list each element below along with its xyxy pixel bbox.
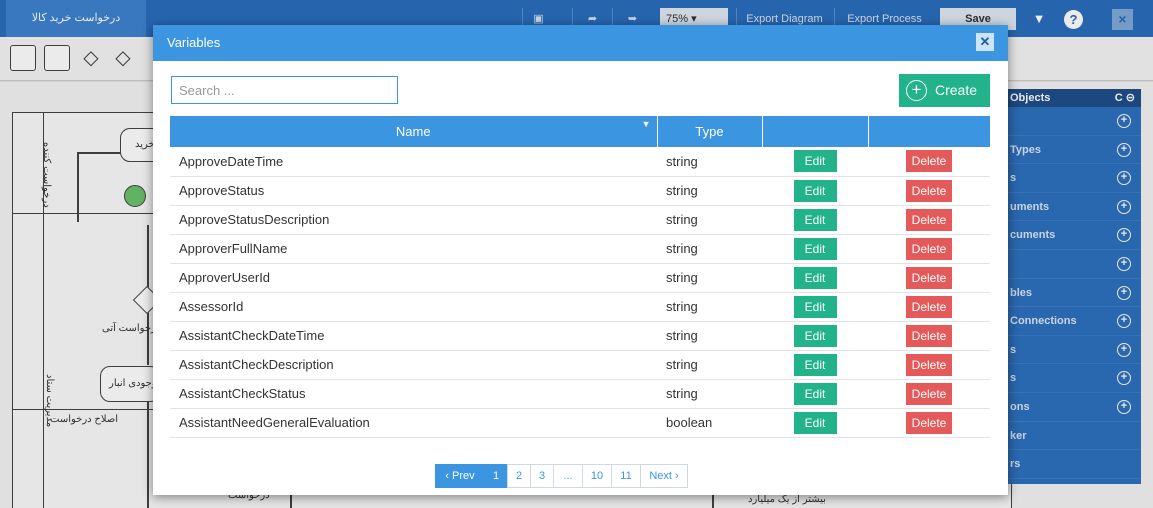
- table-row: ApproveStatus string Edit Delete: [170, 176, 990, 206]
- delete-button[interactable]: Delete: [906, 179, 952, 202]
- edit-cell: Edit: [762, 263, 868, 293]
- variable-name-cell: ApproveDateTime: [170, 147, 657, 177]
- variable-name-cell: AssistantCheckStatus: [170, 379, 657, 409]
- delete-button[interactable]: Delete: [906, 266, 952, 289]
- edit-cell: Edit: [762, 147, 868, 177]
- delete-cell: Delete: [868, 408, 990, 438]
- edit-cell: Edit: [762, 292, 868, 322]
- column-header-edit: [762, 116, 869, 147]
- variable-type-cell: string: [657, 205, 762, 235]
- dialog-header: Variables ✕: [153, 25, 1008, 61]
- edit-button[interactable]: Edit: [793, 150, 837, 173]
- table-row: ApproverUserId string Edit Delete: [170, 263, 990, 293]
- edit-button[interactable]: Edit: [793, 411, 837, 434]
- variable-type-cell: string: [657, 321, 762, 351]
- variable-name-cell: AssistantCheckDescription: [170, 350, 657, 380]
- delete-button[interactable]: Delete: [906, 208, 952, 231]
- edit-cell: Edit: [762, 350, 868, 380]
- edit-button[interactable]: Edit: [793, 179, 837, 202]
- variable-name-cell: AssistantCheckDateTime: [170, 321, 657, 351]
- table-row: ApproveDateTime string Edit Delete: [170, 147, 990, 177]
- delete-button[interactable]: Delete: [906, 411, 952, 434]
- edit-cell: Edit: [762, 408, 868, 438]
- page-button[interactable]: 2: [507, 464, 531, 488]
- delete-button[interactable]: Delete: [906, 237, 952, 260]
- delete-cell: Delete: [868, 205, 990, 235]
- page-button[interactable]: 10: [582, 464, 612, 488]
- edit-cell: Edit: [762, 321, 868, 351]
- page-button[interactable]: 11: [611, 464, 641, 488]
- variable-type-cell: boolean: [657, 408, 762, 438]
- delete-cell: Delete: [868, 350, 990, 380]
- variable-type-cell: string: [657, 379, 762, 409]
- variable-type-cell: string: [657, 147, 762, 177]
- edit-cell: Edit: [762, 176, 868, 206]
- table-row: AssistantNeedGeneralEvaluation boolean Edi…: [170, 408, 990, 438]
- variable-name-cell: AssessorId: [170, 292, 657, 322]
- variable-name-cell: ApproveStatusDescription: [170, 205, 657, 235]
- create-label: Create: [935, 82, 978, 98]
- column-header-name[interactable]: Name ▼: [170, 116, 658, 147]
- edit-button[interactable]: Edit: [793, 353, 837, 376]
- variable-type-cell: string: [657, 234, 762, 264]
- variables-dialog: Variables ✕ + Create Name ▼ Type Approve: [153, 25, 1008, 495]
- delete-cell: Delete: [868, 321, 990, 351]
- delete-cell: Delete: [868, 147, 990, 177]
- edit-button[interactable]: Edit: [793, 324, 837, 347]
- dialog-title: Variables: [167, 35, 221, 50]
- table-row: AssessorId string Edit Delete: [170, 292, 990, 322]
- edit-cell: Edit: [762, 379, 868, 409]
- edit-cell: Edit: [762, 234, 868, 264]
- variable-name-cell: ApproverUserId: [170, 263, 657, 293]
- close-icon[interactable]: ✕: [976, 33, 994, 51]
- table-row: AssistantCheckDateTime string Edit Delete: [170, 321, 990, 351]
- variable-type-cell: string: [657, 263, 762, 293]
- delete-button[interactable]: Delete: [906, 324, 952, 347]
- variable-name-cell: ApproverFullName: [170, 234, 657, 264]
- pagination-ellipsis[interactable]: ...: [553, 464, 583, 488]
- column-header-delete: [868, 116, 990, 147]
- table-row: AssistantCheckDescription string Edit Delet…: [170, 350, 990, 380]
- next-page-button[interactable]: Next ›: [640, 464, 688, 488]
- table-row: ApproveStatusDescription string Edit Delete: [170, 205, 990, 235]
- delete-cell: Delete: [868, 234, 990, 264]
- sort-desc-icon[interactable]: ▼: [642, 119, 651, 129]
- variable-name-cell: AssistantNeedGeneralEvaluation: [170, 408, 657, 438]
- delete-button[interactable]: Delete: [906, 353, 952, 376]
- search-input[interactable]: [171, 76, 398, 104]
- delete-button[interactable]: Delete: [906, 150, 952, 173]
- variable-type-cell: string: [657, 292, 762, 322]
- delete-cell: Delete: [868, 379, 990, 409]
- prev-page-button[interactable]: ‹ Prev: [435, 464, 485, 488]
- table-header-row: Name ▼ Type: [170, 116, 990, 147]
- edit-button[interactable]: Edit: [793, 295, 837, 318]
- table-row: ApproverFullName string Edit Delete: [170, 234, 990, 264]
- edit-button[interactable]: Edit: [793, 382, 837, 405]
- edit-cell: Edit: [762, 205, 868, 235]
- variable-name-cell: ApproveStatus: [170, 176, 657, 206]
- variables-table: Name ▼ Type ApproveDateTime string Edit Del…: [170, 116, 990, 438]
- table-row: AssistantCheckStatus string Edit Delete: [170, 379, 990, 409]
- column-header-name-label: Name: [395, 124, 431, 139]
- create-button[interactable]: + Create: [899, 74, 990, 107]
- edit-button[interactable]: Edit: [793, 208, 837, 231]
- delete-cell: Delete: [868, 263, 990, 293]
- column-header-type[interactable]: Type: [657, 116, 763, 147]
- page-button[interactable]: 3: [530, 464, 554, 488]
- table-body: ApproveDateTime string Edit Delete ApproveSt…: [170, 147, 990, 438]
- delete-button[interactable]: Delete: [906, 295, 952, 318]
- delete-cell: Delete: [868, 292, 990, 322]
- page-button[interactable]: 1: [484, 464, 508, 488]
- edit-button[interactable]: Edit: [793, 237, 837, 260]
- pagination: ‹ Prev 1 2 3... 10 11 Next ›: [435, 464, 688, 488]
- variable-type-cell: string: [657, 176, 762, 206]
- plus-circle-icon: +: [906, 80, 927, 101]
- edit-button[interactable]: Edit: [793, 266, 837, 289]
- variable-type-cell: string: [657, 350, 762, 380]
- delete-button[interactable]: Delete: [906, 382, 952, 405]
- delete-cell: Delete: [868, 176, 990, 206]
